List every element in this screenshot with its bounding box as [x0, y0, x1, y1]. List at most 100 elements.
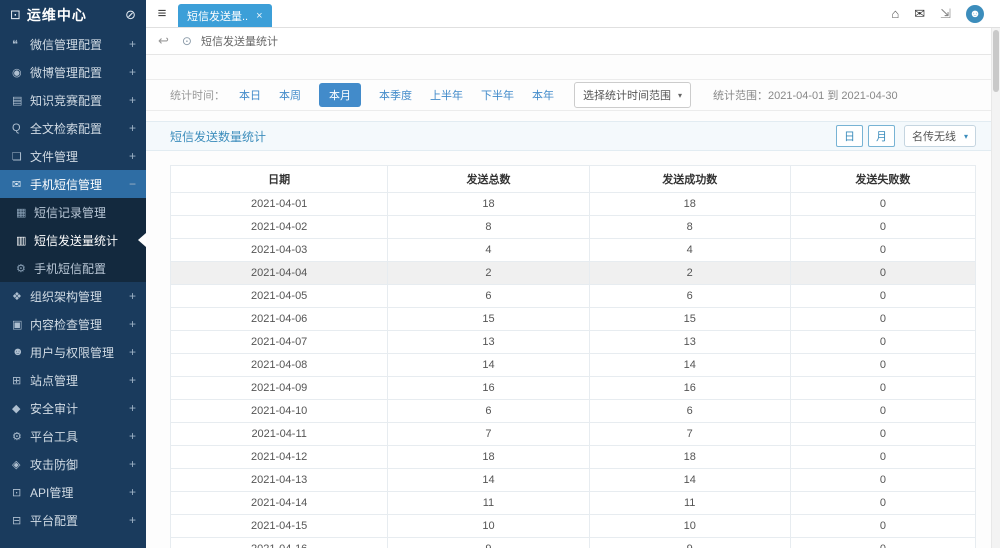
table-row[interactable]: 2021-04-12 18 18 0: [171, 446, 976, 469]
cell-total: 18: [388, 193, 589, 216]
time-range-option[interactable]: 本日: [239, 87, 261, 103]
sidebar-item[interactable]: Q 全文检索配置 +: [0, 114, 146, 142]
cell-date: 2021-04-14: [171, 492, 388, 515]
cell-total: 9: [388, 538, 589, 548]
table-row[interactable]: 2021-04-15 10 10 0: [171, 515, 976, 538]
sidebar-item[interactable]: ⊞ 站点管理 +: [0, 366, 146, 394]
sidebar-item-icon: ▦: [16, 206, 34, 219]
table-row[interactable]: 2021-04-13 14 14 0: [171, 469, 976, 492]
sidebar-item[interactable]: ❖ 组织架构管理 +: [0, 282, 146, 310]
table-row[interactable]: 2021-04-08 14 14 0: [171, 354, 976, 377]
table-row[interactable]: 2021-04-10 6 6 0: [171, 400, 976, 423]
sidebar-item[interactable]: ⚙ 平台工具 +: [0, 422, 146, 450]
expand-toggle-icon: +: [129, 457, 136, 471]
sidebar-item[interactable]: ☻ 用户与权限管理 +: [0, 338, 146, 366]
filter-label: 统计时间：: [170, 87, 225, 103]
sidebar-item-label: 全文检索配置: [30, 120, 125, 137]
cell-fail: 0: [790, 469, 975, 492]
cell-success: 11: [589, 492, 790, 515]
cell-total: 2: [388, 262, 589, 285]
table-row[interactable]: 2021-04-01 18 18 0: [171, 193, 976, 216]
channel-select[interactable]: 名传无线 ▾: [904, 125, 976, 147]
messages-icon[interactable]: ✉: [914, 6, 925, 22]
sidebar-item[interactable]: ⊡ API管理 +: [0, 478, 146, 506]
monitor-logo-icon: ⊡: [10, 7, 21, 23]
cell-success: 4: [589, 239, 790, 262]
cell-total: 18: [388, 446, 589, 469]
sidebar-item-icon: ▥: [16, 234, 34, 247]
sidebar-item-label: 短信发送量统计: [34, 232, 132, 249]
tab-sms-volume[interactable]: 短信发送量.. ×: [178, 4, 272, 27]
cell-total: 13: [388, 331, 589, 354]
time-range-option[interactable]: 本年: [532, 87, 554, 103]
tab-list-icon[interactable]: ≡: [146, 0, 178, 27]
table-row[interactable]: 2021-04-11 7 7 0: [171, 423, 976, 446]
sidebar-item-icon: ⚙: [12, 430, 30, 443]
table-row[interactable]: 2021-04-05 6 6 0: [171, 285, 976, 308]
channel-select-value: 名传无线: [912, 128, 956, 144]
sidebar-item-icon: ❖: [12, 290, 30, 303]
column-header: 发送失败数: [790, 166, 975, 193]
table-row[interactable]: 2021-04-16 9 9 0: [171, 538, 976, 548]
sidebar-item-icon: ◉: [12, 66, 30, 79]
table-row[interactable]: 2021-04-06 15 15 0: [171, 308, 976, 331]
scrollbar-thumb[interactable]: [993, 30, 999, 92]
sidebar-item[interactable]: ⊟ 平台配置 +: [0, 506, 146, 534]
back-icon[interactable]: ↩: [158, 33, 169, 49]
month-granularity-button[interactable]: 月: [868, 125, 895, 147]
sidebar-item[interactable]: ◉ 微博管理配置 +: [0, 58, 146, 86]
user-avatar[interactable]: ☻: [966, 5, 984, 23]
sidebar-item[interactable]: ▦ 短信记录管理: [0, 198, 146, 226]
table-row[interactable]: 2021-04-04 2 2 0: [171, 262, 976, 285]
sidebar-collapse-icon[interactable]: ⊘: [125, 7, 136, 23]
cell-success: 14: [589, 354, 790, 377]
table-row[interactable]: 2021-04-03 4 4 0: [171, 239, 976, 262]
time-range-options: 本日 本周 本月 本季度 上半年 下半年 本年: [239, 83, 554, 107]
eye-icon: ⊙: [182, 34, 192, 48]
column-header: 发送成功数: [589, 166, 790, 193]
sidebar-item-label: 微博管理配置: [30, 64, 125, 81]
table-row[interactable]: 2021-04-02 8 8 0: [171, 216, 976, 239]
sidebar-item[interactable]: ⚙ 手机短信配置: [0, 254, 146, 282]
sidebar-item[interactable]: ▤ 知识竞赛配置 +: [0, 86, 146, 114]
sidebar-item[interactable]: ◈ 攻击防御 +: [0, 450, 146, 478]
time-range-option[interactable]: 本月: [319, 83, 361, 107]
sidebar-item[interactable]: ✉ 手机短信管理 −: [0, 170, 146, 198]
vertical-scrollbar[interactable]: [991, 28, 1000, 548]
table-row[interactable]: 2021-04-14 11 11 0: [171, 492, 976, 515]
time-range-option[interactable]: 下半年: [481, 87, 514, 103]
panel-title: 短信发送数量统计: [170, 128, 266, 145]
cell-total: 4: [388, 239, 589, 262]
home-icon[interactable]: ⌂: [891, 6, 899, 21]
time-range-option[interactable]: 本季度: [379, 87, 412, 103]
time-range-option[interactable]: 本周: [279, 87, 301, 103]
time-range-option[interactable]: 上半年: [430, 87, 463, 103]
filter-bar: 统计时间： 本日本周本月本季度上半年下半年本年 选择统计时间范围 ▾ 统计范围：…: [146, 79, 1000, 111]
custom-range-dropdown[interactable]: 选择统计时间范围 ▾: [574, 82, 691, 108]
cell-date: 2021-04-11: [171, 423, 388, 446]
cell-date: 2021-04-05: [171, 285, 388, 308]
sidebar-item[interactable]: ▣ 内容检查管理 +: [0, 310, 146, 338]
cell-fail: 0: [790, 400, 975, 423]
table-row[interactable]: 2021-04-07 13 13 0: [171, 331, 976, 354]
sidebar-item[interactable]: ❝ 微信管理配置 +: [0, 30, 146, 58]
cell-fail: 0: [790, 331, 975, 354]
fullscreen-icon[interactable]: ⇲: [940, 6, 951, 22]
expand-toggle-icon: +: [129, 345, 136, 359]
sidebar-item[interactable]: ▥ 短信发送量统计: [0, 226, 146, 254]
cell-fail: 0: [790, 193, 975, 216]
cell-total: 15: [388, 308, 589, 331]
tab-close-icon[interactable]: ×: [256, 10, 262, 22]
sidebar-item-label: 内容检查管理: [30, 316, 125, 333]
breadcrumb: ↩ ⊙ 短信发送量统计: [146, 28, 1000, 55]
table-row[interactable]: 2021-04-09 16 16 0: [171, 377, 976, 400]
sidebar-item[interactable]: ◆ 安全审计 +: [0, 394, 146, 422]
cell-date: 2021-04-15: [171, 515, 388, 538]
cell-date: 2021-04-04: [171, 262, 388, 285]
day-granularity-button[interactable]: 日: [836, 125, 863, 147]
sidebar-item-icon: ◆: [12, 402, 30, 415]
cell-date: 2021-04-01: [171, 193, 388, 216]
cell-date: 2021-04-03: [171, 239, 388, 262]
sidebar-item[interactable]: ❏ 文件管理 +: [0, 142, 146, 170]
cell-date: 2021-04-13: [171, 469, 388, 492]
